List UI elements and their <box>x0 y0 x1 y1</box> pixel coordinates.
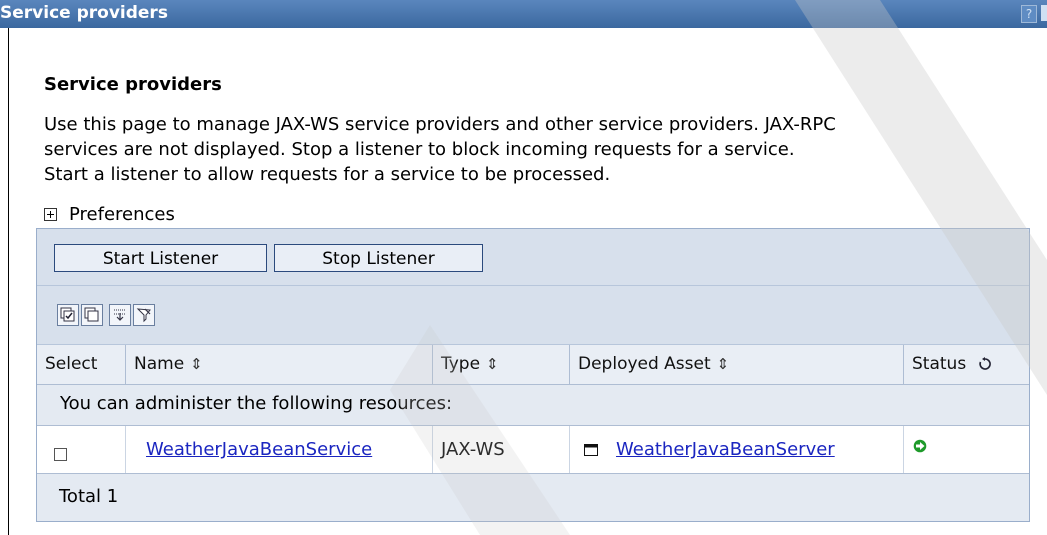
deployed-asset-link[interactable]: WeatherJavaBeanServer <box>616 439 835 460</box>
column-label: Select <box>45 354 98 374</box>
column-label: Status <box>912 354 967 374</box>
column-header-select: Select <box>37 345 125 384</box>
status-cell <box>913 426 927 473</box>
left-border <box>8 28 9 535</box>
sort-icon[interactable]: ⇕ <box>486 355 499 373</box>
total-count: Total 1 <box>59 486 119 507</box>
help-icon[interactable]: ? <box>1021 5 1037 23</box>
description-line: services are not displayed. Stop a liste… <box>44 139 795 160</box>
row-select-checkbox[interactable] <box>54 448 67 461</box>
clear-filter-icon[interactable] <box>133 304 155 326</box>
service-name-cell: WeatherJavaBeanService <box>146 426 372 473</box>
start-listener-button[interactable]: Start Listener <box>54 244 267 272</box>
info-text: You can administer the following resourc… <box>60 393 453 414</box>
sort-icon[interactable]: ⇕ <box>717 355 730 373</box>
service-type: JAX-WS <box>441 439 505 460</box>
stop-listener-button[interactable]: Stop Listener <box>274 244 483 272</box>
description-line: Use this page to manage JAX-WS service p… <box>44 114 836 135</box>
column-label[interactable]: Name <box>134 354 184 374</box>
sort-icon[interactable]: ⇕ <box>190 355 203 373</box>
expand-plus-icon[interactable] <box>44 208 57 221</box>
total-row: Total 1 <box>37 474 1029 521</box>
select-all-icon[interactable] <box>57 304 79 326</box>
table-row: WeatherJavaBeanService JAX-WS WeatherJav… <box>37 426 1029 474</box>
preferences-label[interactable]: Preferences <box>69 204 175 225</box>
show-filter-icon[interactable] <box>109 304 131 326</box>
minimize-icon[interactable] <box>1041 5 1047 21</box>
column-header-deployed-asset[interactable]: Deployed Asset ⇕ <box>570 345 903 384</box>
portlet-titlebar: Service providers ? <box>0 0 1047 28</box>
window-title: Service providers <box>0 3 168 23</box>
application-icon <box>584 444 598 456</box>
refresh-status-icon[interactable] <box>978 357 992 371</box>
service-name-link[interactable]: WeatherJavaBeanService <box>146 439 372 460</box>
column-label[interactable]: Type <box>441 354 480 374</box>
column-header-name[interactable]: Name ⇕ <box>126 345 432 384</box>
collection-table: Start Listener Stop Listener Select Name… <box>36 228 1030 522</box>
page-title: Service providers <box>44 74 222 95</box>
info-row: You can administer the following resourc… <box>37 385 1029 426</box>
started-arrow-icon <box>913 439 927 453</box>
page-description: Use this page to manage JAX-WS service p… <box>44 112 1044 187</box>
preferences-toggle[interactable]: Preferences <box>44 204 175 225</box>
column-header-status[interactable]: Status <box>904 345 1029 384</box>
table-header: Select Name ⇕ Type ⇕ Deployed Asset ⇕ Statu… <box>37 345 1029 385</box>
deselect-all-icon[interactable] <box>81 304 103 326</box>
column-header-type[interactable]: Type ⇕ <box>433 345 569 384</box>
description-line: Start a listener to allow requests for a… <box>44 164 611 185</box>
column-label[interactable]: Deployed Asset <box>578 354 711 374</box>
table-toolbar <box>37 286 1029 345</box>
button-bar: Start Listener Stop Listener <box>37 229 1029 286</box>
deployed-asset-cell: WeatherJavaBeanServer <box>584 426 902 473</box>
